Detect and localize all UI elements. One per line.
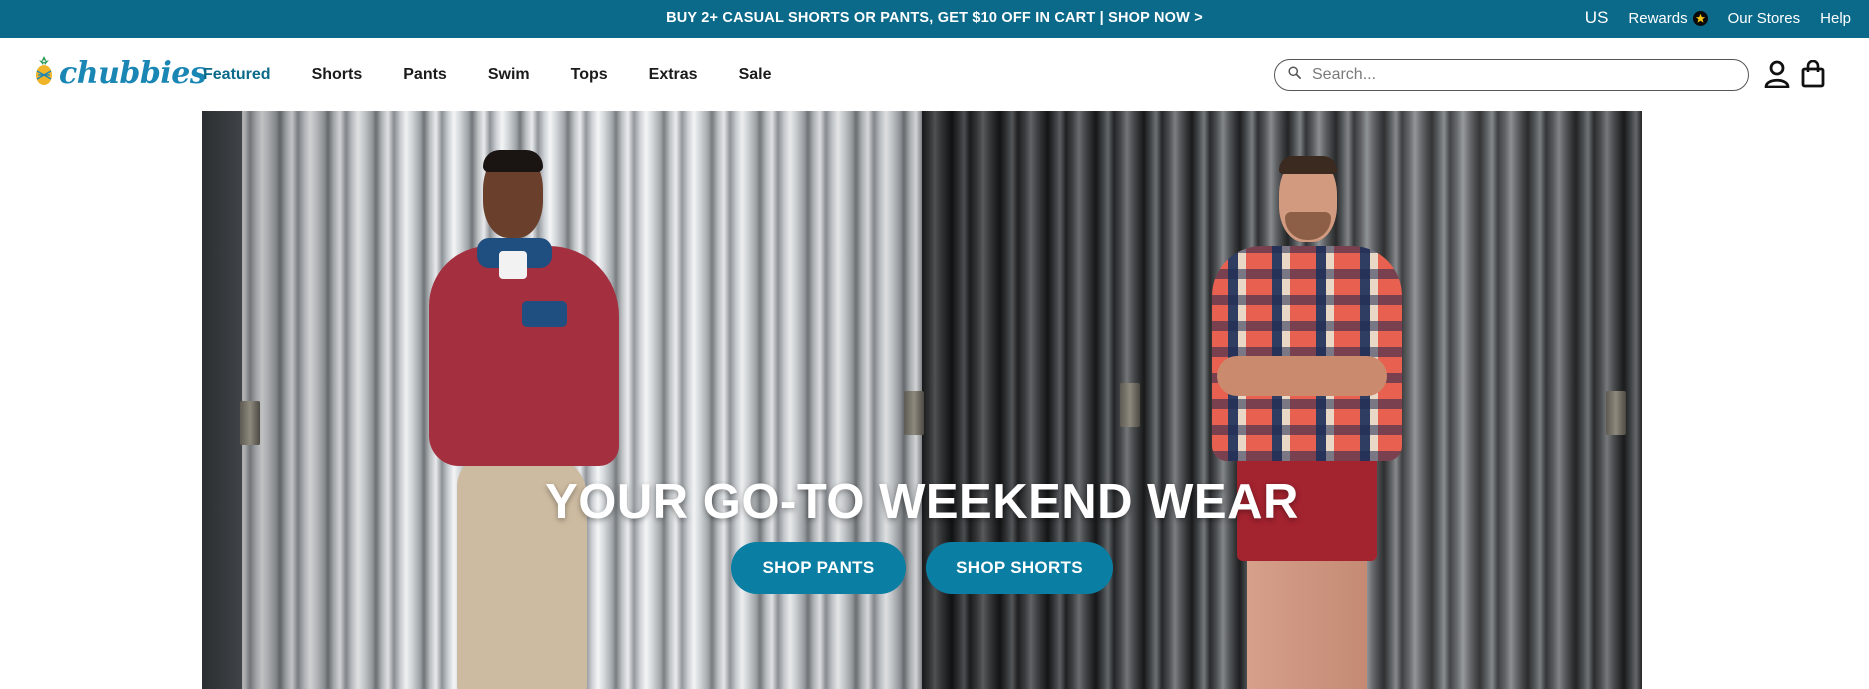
hero-banner[interactable]: YOUR GO-TO WEEKEND WEAR SHOP PANTS SHOP … <box>202 111 1642 689</box>
utility-links: US Rewards Our Stores Help <box>1585 0 1851 36</box>
shop-pants-button[interactable]: SHOP PANTS <box>731 542 906 594</box>
star-icon <box>1692 10 1708 26</box>
hinge-decoration <box>1606 391 1626 435</box>
search-box[interactable] <box>1274 59 1749 91</box>
hinge-decoration <box>1120 383 1140 427</box>
shop-shorts-button[interactable]: SHOP SHORTS <box>926 542 1113 594</box>
model-right <box>1207 146 1427 689</box>
search-icon <box>1287 65 1302 85</box>
main-nav: Featured Shorts Pants Swim Tops Extras S… <box>203 38 813 111</box>
nav-item-tops[interactable]: Tops <box>571 66 608 84</box>
search-input[interactable] <box>1310 65 1730 85</box>
hero-headline: YOUR GO-TO WEEKEND WEAR <box>545 475 1299 529</box>
nav-item-featured[interactable]: Featured <box>203 66 271 84</box>
logo[interactable]: chubbies <box>32 56 207 91</box>
hinge-decoration <box>240 401 260 445</box>
rewards-link[interactable]: Rewards <box>1628 9 1708 27</box>
site-header: chubbies Featured Shorts Pants Swim Tops… <box>0 38 1869 111</box>
help-link[interactable]: Help <box>1820 10 1851 27</box>
model-left <box>417 136 677 689</box>
nav-item-pants[interactable]: Pants <box>403 66 447 84</box>
shopping-bag-icon[interactable] <box>1801 59 1825 93</box>
pineapple-logo-icon <box>32 56 56 91</box>
hero-cta-group: SHOP PANTS SHOP SHORTS <box>202 542 1642 594</box>
country-selector[interactable]: US <box>1585 8 1609 28</box>
nav-item-swim[interactable]: Swim <box>488 66 530 84</box>
nav-item-sale[interactable]: Sale <box>739 66 772 84</box>
nav-item-shorts[interactable]: Shorts <box>312 66 363 84</box>
logo-text: chubbies <box>59 56 207 91</box>
account-icon[interactable] <box>1764 60 1790 93</box>
hinge-decoration <box>904 391 924 435</box>
nav-item-extras[interactable]: Extras <box>649 66 698 84</box>
promo-bar: BUY 2+ CASUAL SHORTS OR PANTS, GET $10 O… <box>0 0 1869 38</box>
rewards-label: Rewards <box>1628 9 1688 27</box>
our-stores-link[interactable]: Our Stores <box>1728 10 1801 27</box>
